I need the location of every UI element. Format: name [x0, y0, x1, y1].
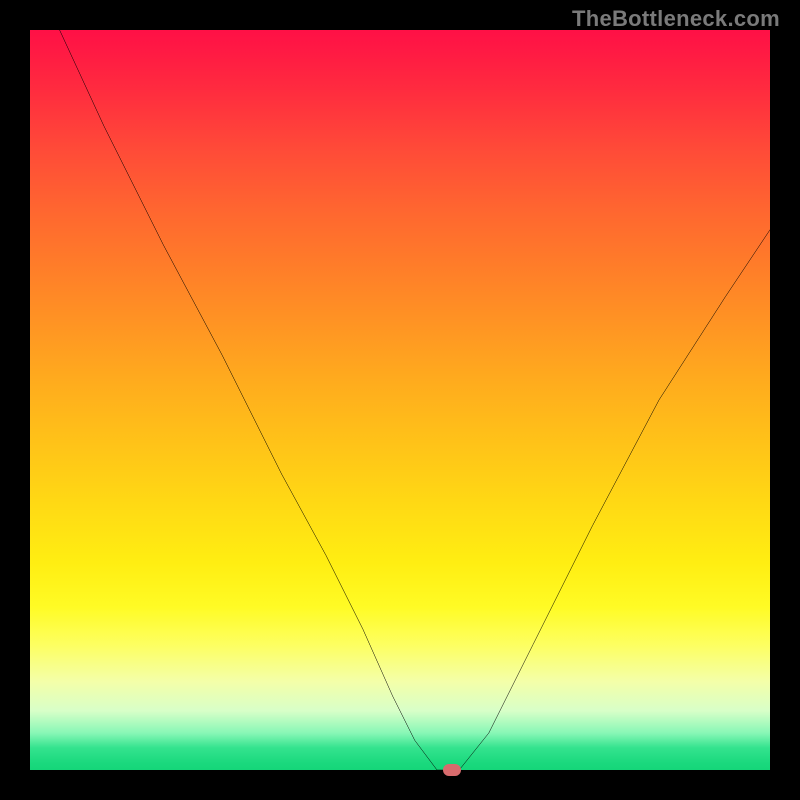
plot-area [30, 30, 770, 770]
chart-container: TheBottleneck.com [0, 0, 800, 800]
bottleneck-curve [30, 30, 770, 770]
watermark-text: TheBottleneck.com [572, 6, 780, 32]
optimal-point-marker [443, 764, 461, 776]
